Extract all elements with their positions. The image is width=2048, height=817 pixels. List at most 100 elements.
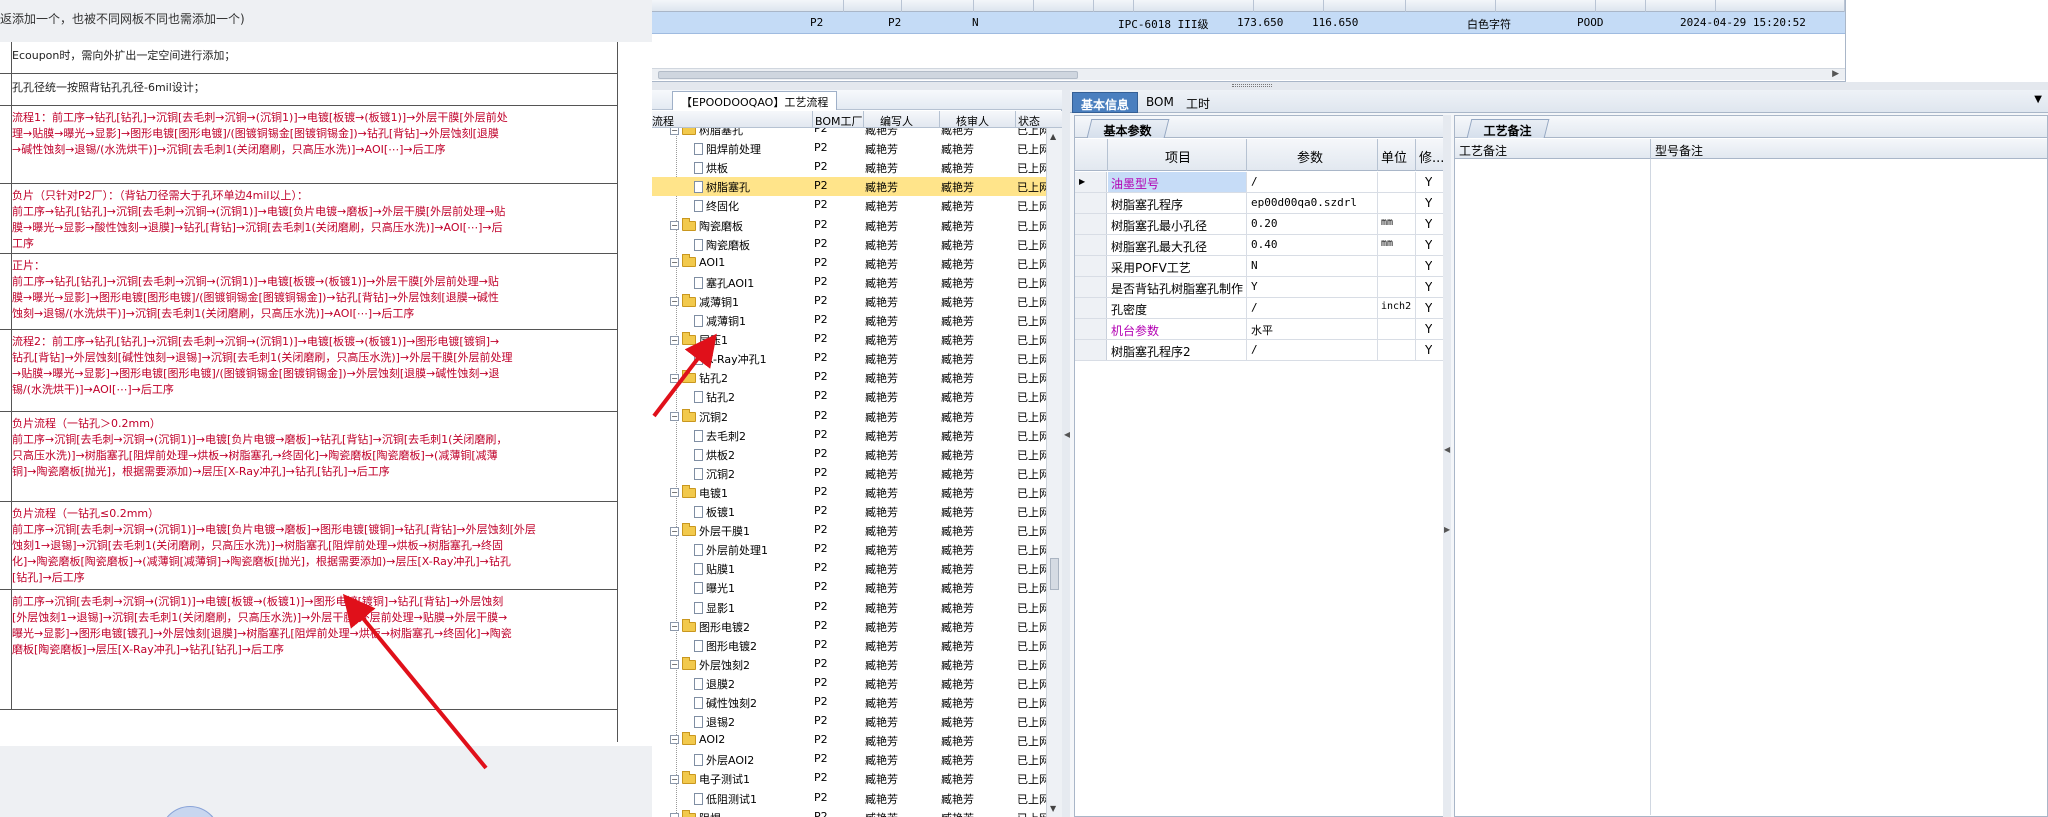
process-tree-title[interactable]: 【EPOODOOQAO】工艺流程 [672,91,838,110]
tree-node-step[interactable]: 沉铜2 P2 臧艳芳 臧艳芳 已上网 [652,464,1046,483]
process-tree-vscrollbar[interactable]: ▲ ▼ [1046,128,1062,817]
tree-node-step[interactable]: 终固化 P2 臧艳芳 臧艳芳 已上网 [652,196,1046,215]
col-header-bom-factory[interactable]: BOM工厂 [815,113,863,129]
tree-node-group[interactable]: − 阻焊 P2 臧艳芳 臧艳芳 已上网 [652,808,1046,817]
collapse-toggle-icon[interactable]: − [670,128,679,135]
tree-node-group[interactable]: − 树脂塞孔 P2 臧艳芳 臧艳芳 已上网 [652,128,1046,139]
grip-icon[interactable] [1232,84,1272,87]
param-value[interactable]: / [1251,301,1375,314]
tree-node-group[interactable]: − AOI1 P2 臧艳芳 臧艳芳 已上网 [652,254,1046,273]
col-header-reviewer[interactable]: 核审人 [956,113,989,129]
row-indicator[interactable] [1075,235,1107,255]
tree-node-step[interactable]: 树脂塞孔 P2 臧艳芳 臧艳芳 已上网 [652,177,1046,197]
scroll-up-icon[interactable]: ▲ [1050,132,1056,141]
collapse-right-icon[interactable]: ▶ [1444,525,1450,534]
param-modify-flag[interactable]: Y [1425,259,1432,273]
row-pointer-icon[interactable]: ▶ [1075,172,1107,192]
row-indicator[interactable] [1075,319,1107,339]
collapse-toggle-icon[interactable]: − [670,813,679,817]
tree-node-step[interactable]: 显影1 P2 臧艳芳 臧艳芳 已上网 [652,598,1046,617]
params-row[interactable]: 机台参数 水平 Y [1075,319,1443,340]
params-row[interactable]: 孔密度 / inch2 Y [1075,298,1443,319]
tree-node-step[interactable]: 碱性蚀刻2 P2 臧艳芳 臧艳芳 已上网 [652,693,1046,712]
process-notes-tab[interactable]: 工艺备注 [1466,119,1550,138]
tree-node-group[interactable]: − 图形电镀2 P2 臧艳芳 臧艳芳 已上网 [652,617,1046,636]
tree-node-group[interactable]: − AOI2 P2 臧艳芳 臧艳芳 已上网 [652,731,1046,750]
col-header-item[interactable]: 项目 [1165,147,1191,166]
tree-node-step[interactable]: 低阻测试1 P2 臧艳芳 臧艳芳 已上网 [652,789,1046,808]
collapse-toggle-icon[interactable]: − [670,660,679,670]
params-row[interactable]: 是否背钻孔树脂塞孔制作 Y Y [1075,277,1443,298]
collapse-toggle-icon[interactable]: − [670,488,679,498]
param-modify-flag[interactable]: Y [1425,280,1432,294]
param-modify-flag[interactable]: Y [1425,301,1432,315]
tree-node-step[interactable]: 退锡2 P2 臧艳芳 臧艳芳 已上网 [652,712,1046,731]
col-header-flow[interactable]: 流程 [652,113,674,129]
param-value[interactable]: 0.40 [1251,238,1375,251]
row-indicator[interactable] [1075,256,1107,276]
tree-node-step[interactable]: 钻孔2 P2 臧艳芳 臧艳芳 已上网 [652,387,1046,406]
tree-node-group[interactable]: − 层压1 P2 臧艳芳 臧艳芳 已上网 [652,330,1046,349]
scroll-right-icon[interactable]: ▶ [1832,69,1839,79]
tree-node-step[interactable]: 外层AOI2 P2 臧艳芳 臧艳芳 已上网 [652,750,1046,769]
collapse-toggle-icon[interactable]: − [670,335,679,345]
tree-node-step[interactable]: 陶瓷磨板 P2 臧艳芳 臧艳芳 已上网 [652,235,1046,254]
collapse-toggle-icon[interactable]: − [670,774,679,784]
tree-node-step[interactable]: 贴膜1 P2 臧艳芳 臧艳芳 已上网 [652,559,1046,578]
tree-node-group[interactable]: − 电镀1 P2 臧艳芳 臧艳芳 已上网 [652,483,1046,502]
collapse-toggle-icon[interactable]: − [670,297,679,307]
panel-collapse-handle[interactable]: ◀ ▶ [1443,115,1451,817]
scrollbar-thumb[interactable] [1050,558,1059,590]
tree-node-step[interactable]: 塞孔AOI1 P2 臧艳芳 臧艳芳 已上网 [652,273,1046,292]
params-row[interactable]: 树脂塞孔最小孔径 0.20 mm Y [1075,214,1443,235]
collapse-toggle-icon[interactable]: − [670,221,679,230]
basic-params-tab[interactable]: 基本参数 [1086,119,1170,138]
tree-node-step[interactable]: 外层前处理1 P2 臧艳芳 臧艳芳 已上网 [652,540,1046,559]
col-header-status[interactable]: 状态 [1018,113,1040,129]
tree-node-group[interactable]: − 陶瓷磨板 P2 臧艳芳 臧艳芳 已上网 [652,216,1046,235]
tree-node-step[interactable]: 图形电镀2 P2 臧艳芳 臧艳芳 已上网 [652,636,1046,655]
taskbar-icon[interactable] [160,806,220,817]
param-value[interactable]: 水平 [1251,322,1375,338]
param-modify-flag[interactable]: Y [1425,175,1432,189]
param-value[interactable]: ep00d00qa0.szdrl [1251,196,1375,209]
tab-work-hours[interactable]: 工时 [1178,92,1218,113]
tree-node-step[interactable]: 曝光1 P2 臧艳芳 臧艳芳 已上网 [652,578,1046,597]
tree-node-step[interactable]: 减薄铜1 P2 臧艳芳 臧艳芳 已上网 [652,311,1046,330]
params-row[interactable]: 树脂塞孔最大孔径 0.40 mm Y [1075,235,1443,256]
tree-node-group[interactable]: − 外层干膜1 P2 臧艳芳 臧艳芳 已上网 [652,521,1046,540]
tab-basic-info[interactable]: 基本信息 [1072,92,1139,113]
col-header-author[interactable]: 编写人 [880,113,913,129]
row-indicator[interactable] [1075,193,1107,213]
tree-node-group[interactable]: − 减薄铜1 P2 臧艳芳 臧艳芳 已上网 [652,292,1046,311]
tabs-dropdown-icon[interactable]: ▼ [2034,94,2042,105]
tab-bom[interactable]: BOM [1138,92,1182,113]
tree-node-step[interactable]: 退膜2 P2 臧艳芳 臧艳芳 已上网 [652,674,1046,693]
param-value[interactable]: / [1251,343,1375,356]
tree-node-step[interactable]: 阻焊前处理 P2 臧艳芳 臧艳芳 已上网 [652,139,1046,158]
params-row[interactable]: 树脂塞孔程序2 / Y [1075,340,1443,361]
params-row[interactable]: 树脂塞孔程序 ep00d00qa0.szdrl Y [1075,193,1443,214]
tree-node-step[interactable]: 板镀1 P2 臧艳芳 臧艳芳 已上网 [652,502,1046,521]
order-grid-row-selected[interactable]: P2 P2 N IPC-6018 III级 173.650 116.650 白色… [652,12,1845,34]
collapse-toggle-icon[interactable]: − [670,622,679,632]
tree-node-step[interactable]: 去毛刺2 P2 臧艳芳 臧艳芳 已上网 [652,426,1046,445]
collapse-toggle-icon[interactable]: − [670,735,679,745]
tree-node-step[interactable]: 烘板2 P2 臧艳芳 臧艳芳 已上网 [652,445,1046,464]
param-modify-flag[interactable]: Y [1425,217,1432,231]
col-header-model-note[interactable]: 型号备注 [1655,142,1703,159]
col-header-param[interactable]: 参数 [1297,147,1323,166]
scroll-down-icon[interactable]: ▼ [1050,804,1056,813]
param-value[interactable]: Y [1251,280,1375,293]
collapse-toggle-icon[interactable]: − [670,257,679,267]
tree-node-step[interactable]: X-Ray冲孔1 P2 臧艳芳 臧艳芳 已上网 [652,349,1046,368]
param-value[interactable]: N [1251,259,1375,272]
col-header-process-note[interactable]: 工艺备注 [1459,142,1507,159]
collapse-toggle-icon[interactable]: − [670,412,679,421]
order-grid-hscrollbar[interactable]: ▶ [652,68,1845,80]
row-indicator[interactable] [1075,298,1107,318]
params-row[interactable]: 采用POFV工艺 N Y [1075,256,1443,277]
horizontal-splitter[interactable] [652,82,2048,90]
param-modify-flag[interactable]: Y [1425,238,1432,252]
col-header-modify[interactable]: 修... [1419,147,1444,166]
